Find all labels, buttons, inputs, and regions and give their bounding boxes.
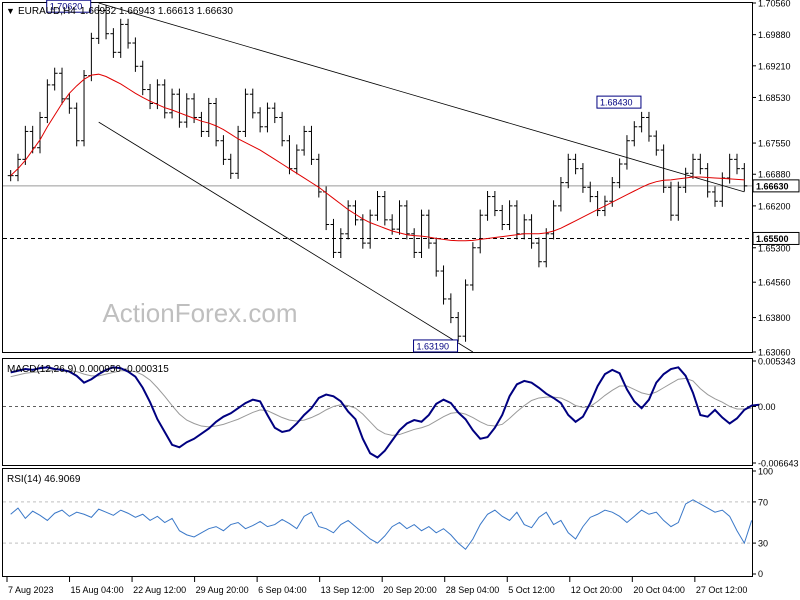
rsi-panel-frame: [2, 468, 753, 577]
price-panel: ActionForex.com 1.706201.631901.68430 1.…: [2, 0, 800, 358]
trend-line: [98, 2, 745, 193]
rsi-y-axis: 100 70 30 0: [752, 467, 773, 579]
rsi-line: [10, 499, 753, 551]
level-tag-label: 1.65500: [756, 234, 789, 244]
x-tick-label: 27 Oct 12:00: [696, 585, 748, 595]
price-tick-label: 1.66200: [758, 201, 791, 211]
rsi-line-group: [10, 499, 753, 551]
rsi-tick-label: 0: [758, 569, 763, 579]
macd-signal-line: [10, 369, 752, 436]
annotation-label: 1.68430: [600, 98, 633, 108]
macd-tick-label: 0.005343: [758, 357, 796, 367]
rsi-levels: [3, 501, 752, 544]
macd-y-axis: 0.0053430.00-0.006643: [752, 357, 799, 469]
x-tick-label: 22 Aug 12:00: [133, 585, 186, 595]
rsi-tick-label: 70: [758, 497, 768, 507]
macd-title: MACD(12,26,9) 0.000950 -0.000315: [7, 364, 169, 375]
x-tick-label: 20 Oct 04:00: [633, 585, 685, 595]
price-tick-label: 1.64560: [758, 278, 791, 288]
x-tick-label: 13 Sep 12:00: [321, 585, 375, 595]
rsi-tick-label: 100: [758, 467, 773, 477]
price-tick-label: 1.63800: [758, 313, 791, 323]
macd-line-group: [10, 366, 760, 459]
x-axis: 7 Aug 2023 15 Aug 04:00 22 Aug 12:00 29 Aug…: [6, 577, 748, 595]
annotation-label: 1.63190: [417, 341, 450, 351]
x-tick-label: 12 Oct 20:00: [571, 585, 623, 595]
x-tick-label: 6 Sep 04:00: [258, 585, 307, 595]
price-tick-label: 1.66880: [758, 170, 791, 180]
header-arrow: ▼: [6, 6, 15, 16]
x-tick-label: 7 Aug 2023: [8, 585, 54, 595]
price-y-axis: 1.70560 1.69880 1.69210 1.68530 1.67550 1.668…: [752, 0, 800, 358]
macd-signal-group: [10, 369, 752, 436]
price-bars: [7, 4, 748, 342]
price-tick-label: 1.67550: [758, 139, 791, 149]
rsi-tick-label: 30: [758, 539, 768, 549]
level-tag-label: 1.66630: [756, 181, 789, 191]
x-tick-label: 5 Oct 12:00: [508, 585, 555, 595]
header-ohlc: 1.66932 1.66943 1.66613 1.66630: [80, 6, 233, 17]
rsi-title: RSI(14) 46.9069: [7, 474, 81, 485]
watermark: ActionForex.com: [102, 298, 297, 328]
rsi-panel: 100 70 30 0 RSI(14) 46.9069: [2, 467, 773, 579]
price-tick-label: 1.69880: [758, 30, 791, 40]
macd-panel: 0.0053430.00-0.006643 MACD(12,26,9) 0.00…: [2, 357, 799, 469]
price-tick-label: 1.68530: [758, 93, 791, 103]
macd-tick-label: 0.00: [758, 402, 776, 412]
x-tick-label: 15 Aug 04:00: [71, 585, 124, 595]
x-tick-label: 28 Sep 04:00: [446, 585, 500, 595]
chart-canvas: ActionForex.com 1.706201.631901.68430 1.…: [2, 0, 800, 595]
x-tick-label: 29 Aug 20:00: [196, 585, 249, 595]
macd-line: [10, 366, 760, 459]
x-tick-label: 20 Sep 20:00: [383, 585, 437, 595]
price-tick-label: 1.69210: [758, 61, 791, 71]
header-symbol: EURAUD,H4: [18, 6, 76, 17]
price-tick-label: 1.70560: [758, 0, 791, 9]
